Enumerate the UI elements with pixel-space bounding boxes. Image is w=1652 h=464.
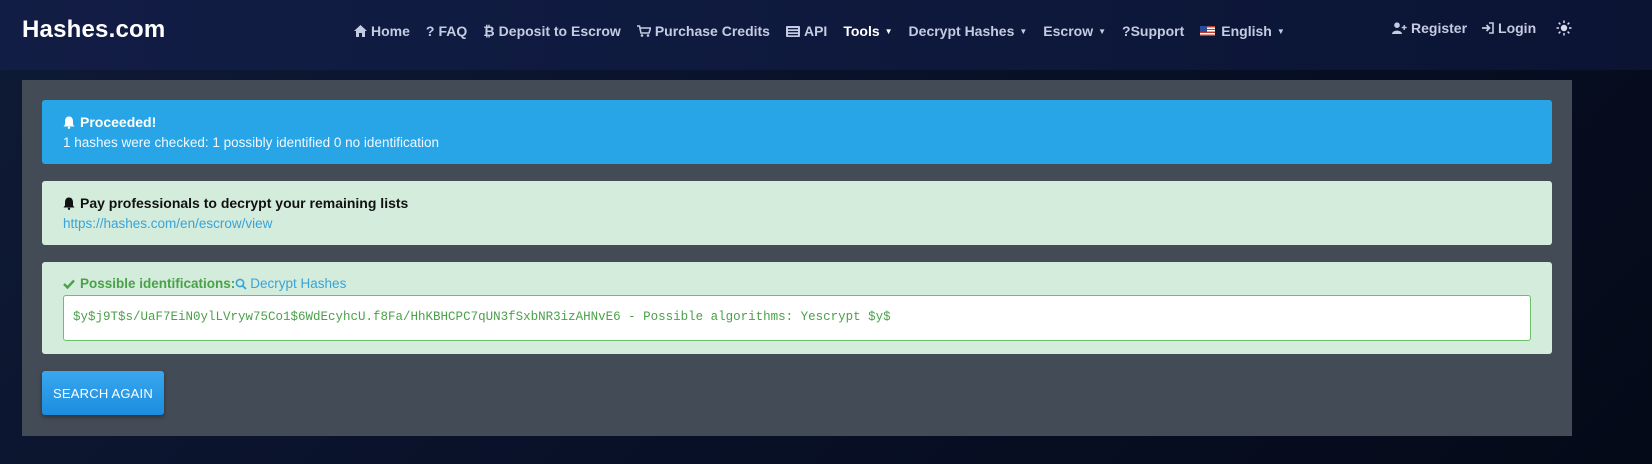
nav-register[interactable]: Register xyxy=(1392,20,1467,36)
main-nav: Home ? FAQ ₿ Deposit to Escrow Purchase … xyxy=(354,21,1285,41)
search-icon xyxy=(235,278,247,290)
cart-icon xyxy=(636,25,651,37)
site-logo[interactable]: Hashes.com xyxy=(22,16,165,44)
nav-login[interactable]: Login xyxy=(1481,20,1536,36)
nav-escrow-label: Escrow xyxy=(1043,23,1094,39)
nav-credits[interactable]: Purchase Credits xyxy=(636,23,770,39)
account-nav: Register Login xyxy=(1392,20,1652,36)
decrypt-hashes-link-text: Decrypt Hashes xyxy=(250,276,347,291)
nav-decrypt[interactable]: Decrypt Hashes ▼ xyxy=(909,23,1028,39)
nav-api[interactable]: API xyxy=(785,23,828,39)
escrow-alert: Pay professionals to decrypt your remain… xyxy=(42,181,1552,245)
result-label: Possible identifications: xyxy=(63,276,235,291)
info-alert-text: 1 hashes were checked: 1 possibly identi… xyxy=(63,135,439,150)
bell-icon xyxy=(63,197,75,210)
nav-support-label: ?Support xyxy=(1122,23,1185,39)
result-header: Possible identifications: Decrypt Hashes xyxy=(63,276,1531,291)
result-alert: Possible identifications: Decrypt Hashes… xyxy=(42,262,1552,354)
search-again-button[interactable]: SEARCH AGAIN xyxy=(42,371,164,415)
bitcoin-icon: ₿ xyxy=(483,23,495,39)
escrow-alert-title: Pay professionals to decrypt your remain… xyxy=(63,195,1531,211)
check-icon xyxy=(63,279,75,289)
nav-register-label: Register xyxy=(1411,20,1468,36)
nav-support[interactable]: ?Support xyxy=(1122,23,1184,39)
user-plus-icon xyxy=(1392,22,1407,34)
escrow-link[interactable]: https://hashes.com/en/escrow/view xyxy=(63,216,1531,231)
nav-faq[interactable]: ? FAQ xyxy=(426,23,467,39)
main-panel: Proceeded! 1 hashes were checked: 1 poss… xyxy=(22,80,1572,436)
sun-icon[interactable] xyxy=(1556,20,1572,36)
api-icon xyxy=(785,25,800,37)
nav-home[interactable]: Home xyxy=(354,23,410,39)
nav-api-label: API xyxy=(803,23,828,39)
top-navbar: Hashes.com Home ? FAQ ₿ Deposit to Escro… xyxy=(0,0,1652,70)
nav-language[interactable]: English ▼ xyxy=(1200,23,1285,39)
chevron-down-icon: ▼ xyxy=(884,26,893,36)
chevron-down-icon: ▼ xyxy=(1019,26,1028,36)
chevron-down-icon: ▼ xyxy=(1098,26,1107,36)
nav-deposit-label: Deposit to Escrow xyxy=(498,23,621,39)
nav-escrow[interactable]: Escrow ▼ xyxy=(1043,23,1106,39)
info-alert: Proceeded! 1 hashes were checked: 1 poss… xyxy=(42,100,1552,164)
nav-login-label: Login xyxy=(1498,20,1537,36)
chevron-down-icon: ▼ xyxy=(1276,26,1285,36)
decrypt-hashes-link[interactable]: Decrypt Hashes xyxy=(235,276,346,291)
info-alert-title-text: Proceeded! xyxy=(80,114,157,130)
info-alert-title: Proceeded! xyxy=(63,114,1531,130)
nav-language-label: English xyxy=(1221,23,1272,39)
nav-tools-label: Tools xyxy=(843,23,880,39)
nav-decrypt-label: Decrypt Hashes xyxy=(908,23,1015,39)
escrow-alert-title-text: Pay professionals to decrypt your remain… xyxy=(80,195,409,211)
result-label-text: Possible identifications: xyxy=(80,276,236,291)
nav-deposit[interactable]: ₿ Deposit to Escrow xyxy=(483,23,621,39)
nav-tools[interactable]: Tools ▼ xyxy=(843,23,892,39)
bell-icon xyxy=(63,116,75,129)
nav-home-label: Home xyxy=(371,23,410,39)
identification-result-field[interactable]: $y$j9T$s/UaF7EiN0ylLVryw75Co1$6WdEcyhcU.… xyxy=(63,295,1531,341)
sign-in-icon xyxy=(1481,22,1494,34)
us-flag-icon xyxy=(1200,26,1216,36)
nav-credits-label: Purchase Credits xyxy=(654,23,770,39)
question-icon: ? xyxy=(425,23,435,39)
home-icon xyxy=(354,25,367,37)
nav-faq-label: FAQ xyxy=(438,23,468,39)
